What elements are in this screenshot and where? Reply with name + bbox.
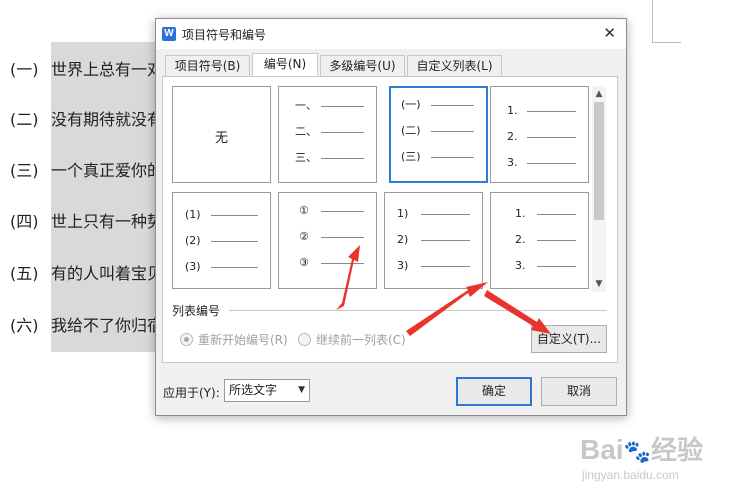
scroll-thumb[interactable] (594, 102, 604, 220)
numbering-option-chinese-paren[interactable]: (一) (二) (三) (389, 86, 488, 183)
apply-to-label: 应用于(Y): (163, 386, 220, 400)
numbering-option-arabic-halfparen[interactable]: 1) 2) 3) (384, 192, 483, 289)
continue-list-radio[interactable]: 继续前一列表(C) (298, 331, 406, 348)
group-divider (229, 310, 607, 311)
dialog-titlebar[interactable]: W 项目符号和编号 ✕ (156, 19, 626, 49)
doc-line: (五) 有的人叫着宝贝 (10, 264, 164, 283)
doc-line: (三) 一个真正爱你的 (10, 161, 164, 180)
numbering-option-arabic-paren[interactable]: (1) (2) (3) (172, 192, 271, 289)
doc-line: (二) 没有期待就没有 (10, 110, 164, 129)
customize-button[interactable]: 自定义(T)... (531, 325, 607, 353)
doc-line: (六) 我给不了你归宿 (10, 316, 164, 335)
list-numbering-label: 列表编号 (172, 304, 221, 318)
doc-line: (一) 世界上总有一对 (10, 60, 164, 79)
numbering-option-arabic-dot[interactable]: 1. 2. 3. (490, 86, 589, 183)
numbering-option-chinese[interactable]: 一、 二、 三、 (278, 86, 377, 183)
restart-numbering-radio[interactable]: 重新开始编号(R) (180, 331, 288, 348)
scroll-up-icon[interactable]: ▲ (592, 88, 606, 100)
dialog-title: 项目符号和编号 (182, 28, 267, 42)
watermark-url: jingyan.baidu.com (582, 468, 679, 482)
apply-to-select[interactable]: 所选文字 ▼ (224, 379, 310, 402)
cancel-button[interactable]: 取消 (541, 377, 617, 406)
numbering-option-arabic-dot-indent[interactable]: 1. 2. 3. (490, 192, 589, 289)
wps-app-icon: W (162, 27, 176, 41)
selected-text-highlight (51, 42, 159, 352)
options-scrollbar[interactable]: ▲ ▼ (592, 86, 606, 292)
tab-bullets[interactable]: 项目符号(B) (165, 55, 250, 77)
tab-numbering[interactable]: 编号(N) (252, 53, 318, 76)
doc-line: (四) 世上只有一种势 (10, 212, 164, 231)
numbering-option-circled[interactable]: ① ② ③ (278, 192, 377, 289)
chevron-down-icon: ▼ (298, 385, 305, 395)
tab-multilevel[interactable]: 多级编号(U) (320, 55, 405, 77)
ok-button[interactable]: 确定 (456, 377, 532, 406)
close-icon[interactable]: ✕ (603, 25, 616, 41)
bullets-numbering-dialog: W 项目符号和编号 ✕ 项目符号(B) 编号(N) 多级编号(U) 自定义列表(… (155, 18, 627, 416)
page-corner-mark (652, 0, 681, 43)
radio-icon (180, 333, 193, 346)
numbering-option-none[interactable]: 无 (172, 86, 271, 183)
radio-icon (298, 333, 311, 346)
baidu-watermark: Bai🐾经验 jingyan.baidu.com (580, 430, 740, 490)
paw-icon: 🐾 (623, 439, 651, 464)
tab-custom-list[interactable]: 自定义列表(L) (407, 55, 502, 77)
scroll-down-icon[interactable]: ▼ (592, 278, 606, 290)
baidu-logo: Bai🐾经验 (580, 434, 703, 465)
